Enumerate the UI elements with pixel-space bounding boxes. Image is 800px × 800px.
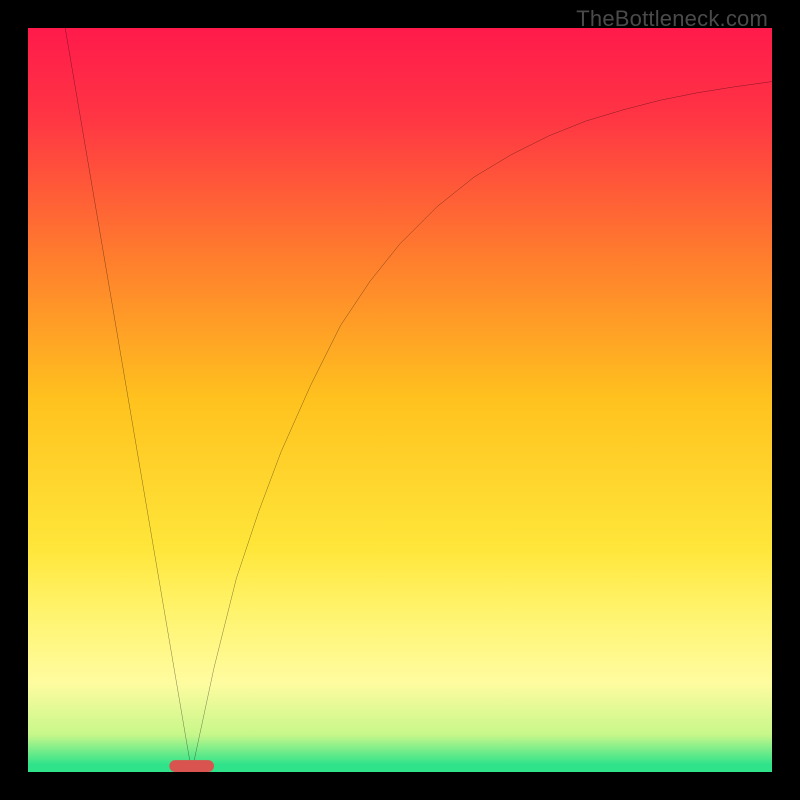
bottleneck-chart — [28, 28, 772, 772]
chart-frame: TheBottleneck.com — [0, 0, 800, 800]
heat-background — [28, 28, 772, 772]
minimum-marker — [169, 760, 214, 772]
